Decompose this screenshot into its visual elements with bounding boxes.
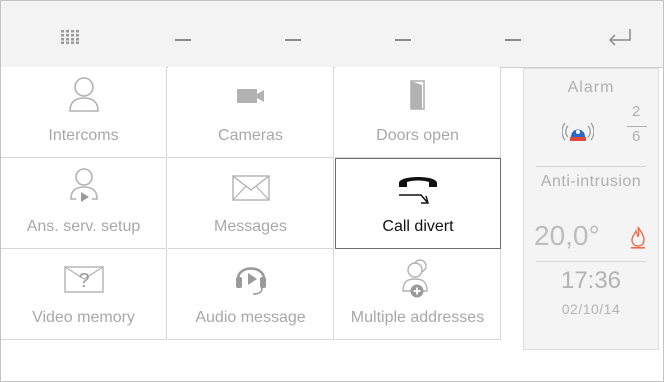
envelope-icon xyxy=(231,175,270,201)
tile-label: Ans. serv. setup xyxy=(26,218,141,235)
call-divert-tile[interactable]: Call divert xyxy=(335,158,501,249)
video-memory-icon: ? xyxy=(63,266,104,293)
screen-frame: Intercoms Cameras Doors open Ans. serv. … xyxy=(0,0,664,382)
divider xyxy=(536,166,646,167)
svg-text:?: ? xyxy=(78,270,89,292)
audio-message-tile[interactable]: Audio message xyxy=(168,249,334,340)
dash-icon[interactable] xyxy=(395,39,411,41)
anti-intrusion-label[interactable]: Anti-intrusion xyxy=(524,173,658,191)
multiple-addresses-tile[interactable]: Multiple addresses xyxy=(335,249,501,340)
tile-label: Intercoms xyxy=(48,127,119,144)
top-bar xyxy=(1,1,663,68)
tile-label: Doors open xyxy=(376,127,459,144)
multiple-addresses-icon xyxy=(401,259,428,298)
cameras-tile[interactable]: Cameras xyxy=(168,67,334,158)
alarm-count: 2 xyxy=(632,103,641,120)
clock-time: 17:36 xyxy=(560,267,622,294)
dash-icon[interactable] xyxy=(285,39,301,41)
menu-grid: Intercoms Cameras Doors open Ans. serv. … xyxy=(1,67,502,343)
camera-icon xyxy=(236,89,264,103)
audio-message-icon xyxy=(235,267,266,295)
alarm-total: 6 xyxy=(632,128,641,145)
tile-label: Messages xyxy=(214,218,287,235)
temperature-value[interactable]: 20,0° xyxy=(534,220,600,252)
door-icon xyxy=(409,80,425,110)
alarm-title: Alarm xyxy=(567,79,615,96)
doors-open-tile[interactable]: Doors open xyxy=(335,67,501,158)
video-memory-tile[interactable]: ? Video memory xyxy=(1,249,167,340)
back-arrow-icon[interactable] xyxy=(605,25,633,49)
intercoms-tile[interactable]: Intercoms xyxy=(1,67,167,158)
tile-label: Audio message xyxy=(195,309,306,326)
tile-label: Call divert xyxy=(382,218,454,235)
tile-label: Video memory xyxy=(32,309,135,326)
divider xyxy=(536,261,646,262)
answering-service-icon xyxy=(69,168,98,205)
flame-icon xyxy=(631,226,645,249)
dash-icon[interactable] xyxy=(175,39,191,41)
clock-date: 02/10/14 xyxy=(561,301,621,317)
fraction-divider xyxy=(627,126,647,127)
status-panel: Alarm 2 6 Anti-intrusion 20,0° 17:36 02/… xyxy=(523,68,659,350)
person-icon xyxy=(68,77,99,112)
ans-serv-setup-tile[interactable]: Ans. serv. setup xyxy=(1,158,167,249)
siren-icon[interactable] xyxy=(562,117,594,145)
tile-label: Cameras xyxy=(218,127,283,144)
dash-icon[interactable] xyxy=(505,39,521,41)
messages-tile[interactable]: Messages xyxy=(168,158,334,249)
call-divert-icon xyxy=(399,177,437,204)
tile-label: Multiple addresses xyxy=(350,309,485,326)
grid-icon[interactable] xyxy=(61,30,79,44)
